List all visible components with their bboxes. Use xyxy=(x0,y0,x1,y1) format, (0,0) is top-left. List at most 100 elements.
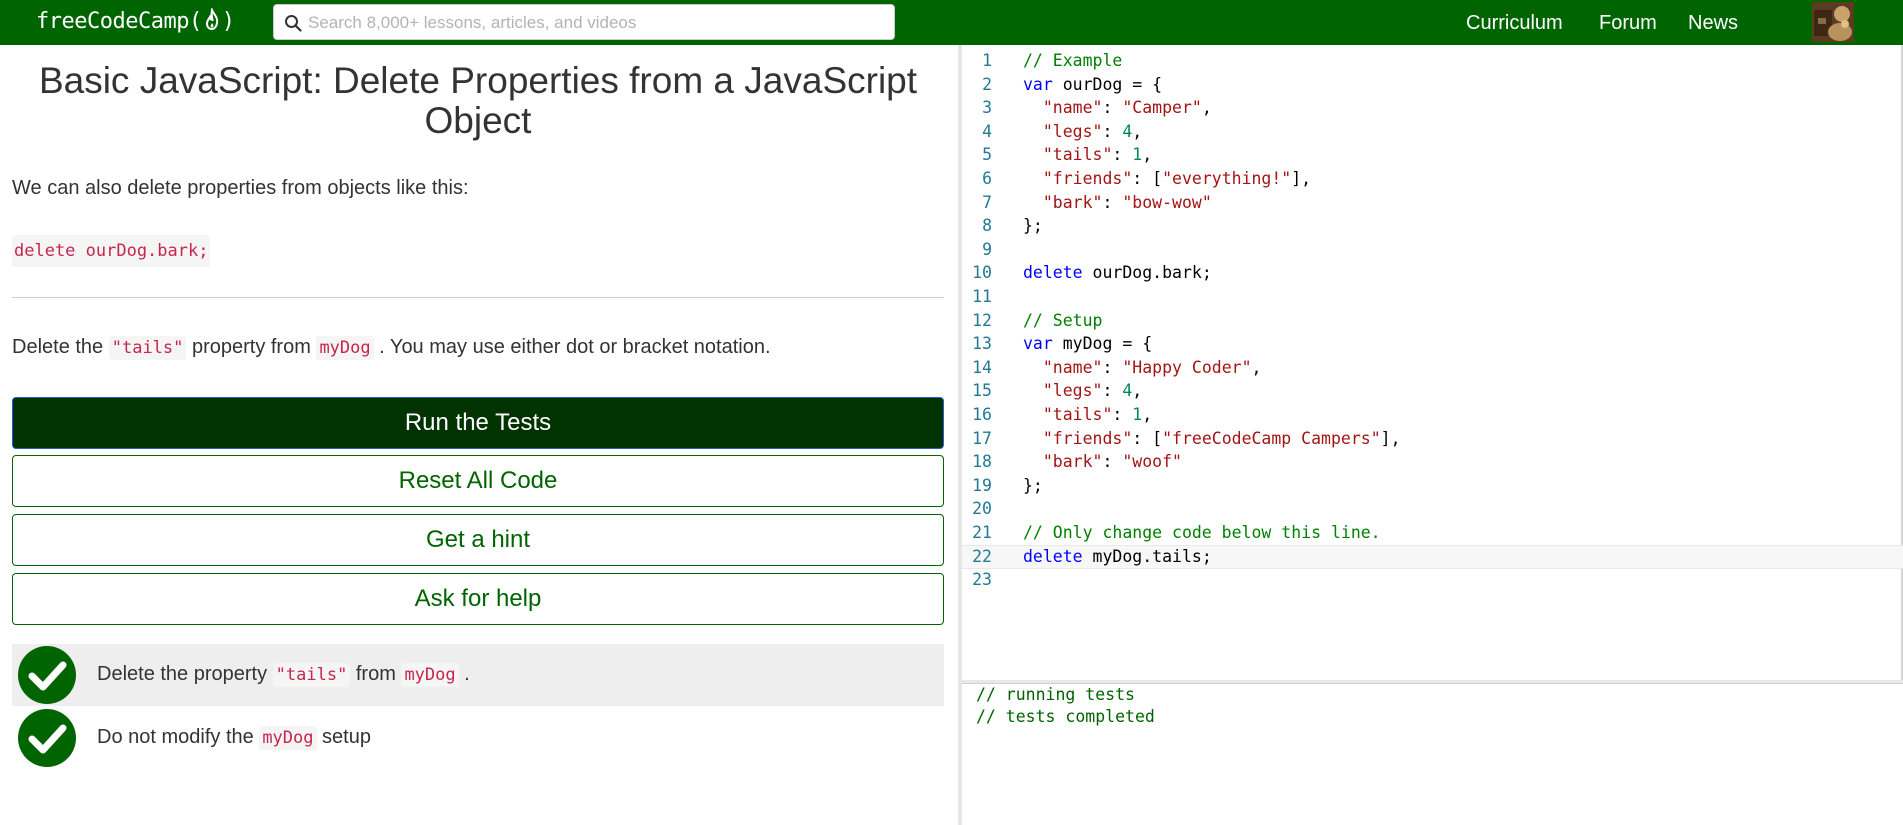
line-number: 4 xyxy=(982,121,992,141)
code-line-content: }; xyxy=(1023,475,1043,495)
code-line[interactable]: 6 "friends": ["everything!"], xyxy=(962,167,1903,191)
flame-icon xyxy=(205,8,218,31)
code-line[interactable]: 2 var ourDog = { xyxy=(962,73,1903,97)
code-line[interactable]: 10 delete ourDog.bark; xyxy=(962,261,1903,285)
code-line[interactable]: 22 delete myDog.tails; xyxy=(962,544,1903,569)
test-text-suffix: . xyxy=(458,663,470,685)
run-tests-button[interactable]: Run the Tests xyxy=(12,397,944,449)
check-circle-icon xyxy=(18,646,76,704)
code-line-content: "legs": 4, xyxy=(1042,381,1143,401)
code-editor[interactable]: 1 // Example 2 var ourDog = {3 "name": "Cam… xyxy=(962,45,1903,680)
code-line[interactable]: 16 "tails": 1, xyxy=(962,403,1903,427)
code-line[interactable]: 13 var myDog = { xyxy=(962,332,1903,356)
code-line[interactable]: 20 xyxy=(962,497,1903,521)
line-number: 20 xyxy=(972,499,992,519)
code-line[interactable]: 5 "tails": 1, xyxy=(962,143,1903,167)
code-line[interactable]: 3 "name": "Camper", xyxy=(962,96,1903,120)
inline-code-tails: "tails" xyxy=(272,663,351,687)
line-number: 5 xyxy=(982,145,992,165)
code-line-content: "name": "Camper", xyxy=(1042,98,1212,118)
challenge-intro: We can also delete properties from objec… xyxy=(12,177,469,199)
code-line[interactable]: 23 xyxy=(962,568,1903,592)
challenge-panel: Basic JavaScript: Delete Properties from… xyxy=(0,45,955,825)
line-number: 13 xyxy=(972,334,992,354)
code-line-content: var myDog = { xyxy=(1023,334,1153,354)
test-text-mid: setup xyxy=(316,726,371,748)
freecodecamp-logo[interactable]: freeCodeCamp() xyxy=(36,7,235,37)
line-number: 14 xyxy=(972,357,992,377)
search-input[interactable] xyxy=(306,7,890,39)
code-line[interactable]: 7 "bark": "bow-wow" xyxy=(962,191,1903,215)
search-bar xyxy=(273,4,895,40)
test-result-row: Do not modify the myDog setup xyxy=(12,707,944,769)
nav-link-curriculum[interactable]: Curriculum xyxy=(1466,12,1563,34)
line-number: 1 xyxy=(982,51,992,70)
line-number: 18 xyxy=(972,452,992,472)
line-number: 11 xyxy=(972,287,992,306)
line-number: 7 xyxy=(982,192,992,212)
code-line[interactable]: 17 "friends": ["freeCodeCamp Campers"], xyxy=(962,427,1903,451)
top-navbar: freeCodeCamp() Curriculum Forum News xyxy=(0,0,1903,45)
line-number: 12 xyxy=(972,310,992,330)
code-line[interactable]: 12 // Setup xyxy=(962,309,1903,333)
code-line[interactable]: 8}; xyxy=(962,214,1903,238)
line-number: 16 xyxy=(972,405,992,424)
user-avatar-icon xyxy=(1812,2,1854,42)
logo-text: freeCodeCamp xyxy=(36,9,189,34)
code-line-content: "bark": "woof" xyxy=(1042,452,1182,472)
instructions-suffix: . You may use either dot or bracket nota… xyxy=(373,336,771,358)
line-number: 17 xyxy=(972,428,992,448)
search-icon xyxy=(285,15,302,32)
output-console: // running tests // tests completed xyxy=(962,684,1903,825)
code-line-content: // Example xyxy=(1023,51,1123,70)
code-line-content: "friends": ["freeCodeCamp Campers"], xyxy=(1042,428,1401,448)
code-line[interactable]: 11 xyxy=(962,285,1903,309)
code-line-content: "bark": "bow-wow" xyxy=(1042,192,1212,212)
ask-help-button[interactable]: Ask for help xyxy=(12,573,944,625)
nav-link-forum[interactable]: Forum xyxy=(1599,12,1657,34)
line-number: 21 xyxy=(972,523,992,542)
get-hint-button[interactable]: Get a hint xyxy=(12,514,944,566)
code-line-content: // Only change code below this line. xyxy=(1023,523,1381,542)
test-text-prefix: Do not modify the xyxy=(97,726,260,748)
code-line-content: // Setup xyxy=(1023,310,1103,330)
logo-paren-open: ( xyxy=(188,9,202,34)
test-text-prefix: Delete the property xyxy=(97,663,273,685)
console-line: // tests completed xyxy=(976,707,1155,726)
code-line[interactable]: 4 "legs": 4, xyxy=(962,120,1903,144)
code-line[interactable]: 15 "legs": 4, xyxy=(962,379,1903,403)
challenge-instructions: Delete the "tails" property from myDog .… xyxy=(12,334,942,361)
test-text-mid: from xyxy=(350,663,402,685)
line-number: 15 xyxy=(972,381,992,401)
code-line[interactable]: 18 "bark": "woof" xyxy=(962,450,1903,474)
inline-code-tails: "tails" xyxy=(108,336,187,360)
nav-link-news[interactable]: News xyxy=(1688,12,1738,34)
test-description: Do not modify the myDog setup xyxy=(97,723,371,752)
inline-code-mydog: myDog xyxy=(401,663,459,687)
code-line-content: "legs": 4, xyxy=(1042,121,1143,141)
code-line-content: "tails": 1, xyxy=(1042,405,1153,424)
code-line[interactable]: 1 // Example xyxy=(962,49,1903,73)
line-number: 8 xyxy=(982,216,992,236)
line-number: 19 xyxy=(972,475,992,495)
user-avatar[interactable] xyxy=(1812,2,1854,42)
code-line-content: delete myDog.tails; xyxy=(1023,546,1212,566)
line-number: 9 xyxy=(982,239,992,259)
example-code-block: delete ourDog.bark; xyxy=(12,235,211,267)
inline-code-mydog: myDog xyxy=(316,336,374,360)
test-description: Delete the property "tails" from myDog . xyxy=(97,660,470,689)
code-line-content: "name": "Happy Coder", xyxy=(1042,357,1262,377)
code-line-content: }; xyxy=(1023,216,1043,236)
code-line[interactable]: 9 xyxy=(962,238,1903,262)
line-number: 6 xyxy=(982,169,992,188)
logo-paren-close: ) xyxy=(221,9,235,34)
code-line[interactable]: 14 "name": "Happy Coder", xyxy=(962,356,1903,380)
reset-code-button[interactable]: Reset All Code xyxy=(12,455,944,507)
code-line[interactable]: 21 // Only change code below this line. xyxy=(962,521,1903,545)
line-number: 23 xyxy=(972,570,992,590)
line-number: 22 xyxy=(972,546,992,566)
code-line-content: "friends": ["everything!"], xyxy=(1042,169,1312,188)
instructions-prefix: Delete the xyxy=(12,336,109,358)
code-line[interactable]: 19}; xyxy=(962,474,1903,498)
console-line: // running tests xyxy=(976,685,1135,704)
